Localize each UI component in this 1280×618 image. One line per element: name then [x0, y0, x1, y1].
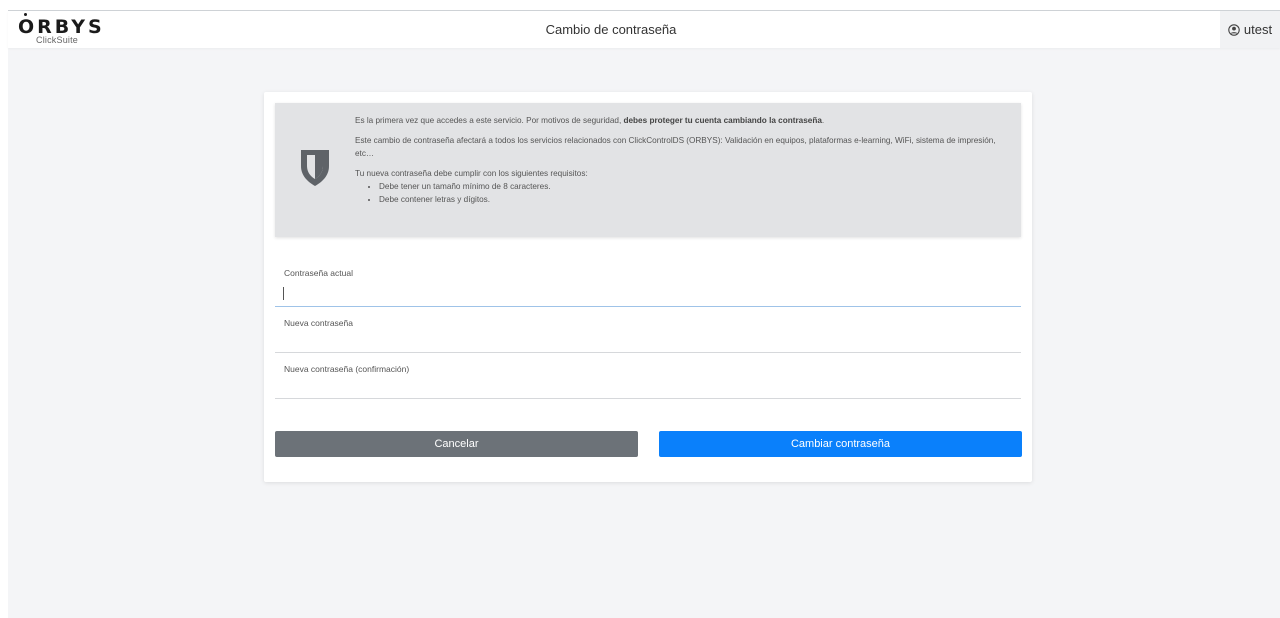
notice-intro-bold: debes proteger tu cuenta cambiando la co… — [623, 116, 822, 125]
confirm-password-label: Nueva contraseña (confirmación) — [284, 364, 410, 374]
cancel-button[interactable]: Cancelar — [275, 431, 638, 457]
requirements-list: Debe tener un tamaño mínimo de 8 caracte… — [355, 180, 1011, 206]
notice-scope: Este cambio de contraseña afectará a tod… — [355, 136, 996, 158]
shield-icon — [300, 149, 330, 192]
current-password-input[interactable] — [275, 282, 1021, 306]
user-menu[interactable]: utest — [1220, 11, 1280, 48]
user-name: utest — [1243, 22, 1273, 37]
change-password-button[interactable]: Cambiar contraseña — [659, 431, 1022, 457]
confirm-password-input[interactable] — [275, 374, 1021, 398]
user-circle-icon — [1228, 23, 1240, 36]
confirm-password-field: Nueva contraseña (confirmación) — [275, 364, 1021, 399]
notice-intro: Es la primera vez que accedes a este ser… — [355, 116, 825, 125]
requirements-title: Tu nueva contraseña debe cumplir con los… — [355, 169, 588, 178]
new-password-field: Nueva contraseña — [275, 318, 1021, 353]
password-change-card: Es la primera vez que accedes a este ser… — [264, 92, 1032, 482]
notice-text: Es la primera vez que accedes a este ser… — [355, 114, 1011, 206]
app-frame: ORBYS ClickSuite Cambio de contraseña ut… — [8, 10, 1280, 618]
new-password-input[interactable] — [275, 328, 1021, 352]
page-title: Cambio de contraseña — [545, 22, 677, 37]
current-password-label: Contraseña actual — [284, 268, 353, 278]
security-notice: Es la primera vez que accedes a este ser… — [275, 103, 1021, 237]
new-password-label: Nueva contraseña — [284, 318, 353, 328]
text-caret — [283, 287, 284, 300]
requirement-item: Debe tener un tamaño mínimo de 8 caracte… — [379, 180, 1011, 193]
current-password-field: Contraseña actual — [275, 268, 1021, 307]
top-bar: ORBYS ClickSuite Cambio de contraseña ut… — [8, 11, 1280, 48]
requirement-item: Debe contener letras y dígitos. — [379, 193, 1011, 206]
